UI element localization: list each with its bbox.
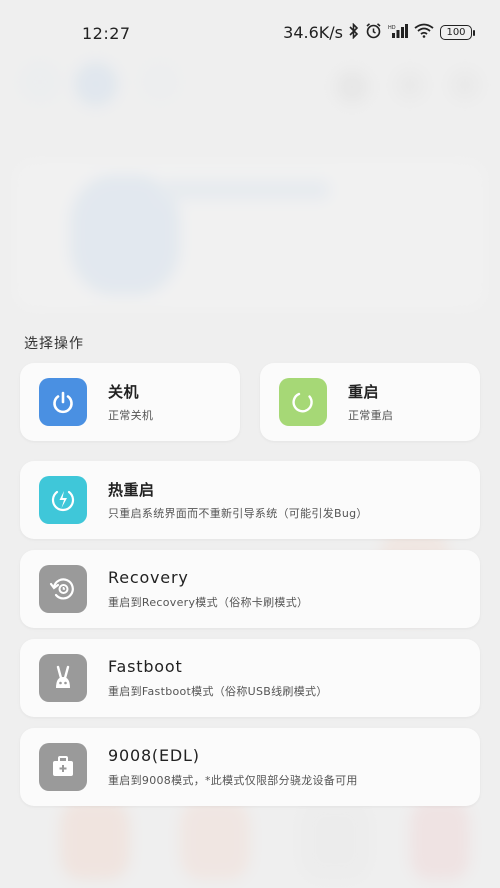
recovery-icon bbox=[39, 565, 87, 613]
signal-icon: HD bbox=[388, 23, 408, 43]
recovery-title: Recovery bbox=[108, 568, 189, 587]
section-title: 选择操作 bbox=[24, 336, 84, 352]
reboot-title: 重启 bbox=[348, 383, 380, 401]
power-off-desc: 正常关机 bbox=[108, 409, 154, 422]
status-time: 12:27 bbox=[82, 24, 131, 43]
status-icons: 34.6K/s HD 100 bbox=[283, 22, 475, 43]
hot-reboot-title: 热重启 bbox=[108, 481, 155, 499]
edl-title: 9008(EDL) bbox=[108, 746, 200, 765]
bluetooth-icon bbox=[349, 22, 359, 43]
svg-text:HD: HD bbox=[388, 25, 396, 31]
toolbox-icon bbox=[39, 743, 87, 791]
network-speed: 34.6K/s bbox=[283, 23, 343, 42]
wifi-icon bbox=[414, 23, 434, 42]
hot-reboot-button[interactable]: 热重启 只重启系统界面而不重新引导系统（可能引发Bug） bbox=[20, 461, 480, 539]
battery-icon: 100 bbox=[440, 25, 475, 40]
power-off-button[interactable]: 关机 正常关机 bbox=[20, 363, 240, 441]
recovery-button[interactable]: Recovery 重启到Recovery模式（俗称卡刷模式） bbox=[20, 550, 480, 628]
fastboot-title: Fastboot bbox=[108, 657, 183, 676]
edl-desc: 重启到9008模式，*此模式仅限部分骁龙设备可用 bbox=[108, 774, 358, 787]
alarm-icon bbox=[365, 22, 382, 43]
rabbit-icon bbox=[39, 654, 87, 702]
bolt-icon bbox=[39, 476, 87, 524]
edl-button[interactable]: 9008(EDL) 重启到9008模式，*此模式仅限部分骁龙设备可用 bbox=[20, 728, 480, 806]
hot-reboot-desc: 只重启系统界面而不重新引导系统（可能引发Bug） bbox=[108, 507, 368, 520]
recovery-desc: 重启到Recovery模式（俗称卡刷模式） bbox=[108, 596, 309, 609]
fastboot-button[interactable]: Fastboot 重启到Fastboot模式（俗称USB线刷模式） bbox=[20, 639, 480, 717]
restart-icon bbox=[279, 378, 327, 426]
status-bar: 12:27 34.6K/s HD 100 bbox=[0, 0, 500, 68]
power-off-title: 关机 bbox=[108, 383, 140, 401]
fastboot-desc: 重启到Fastboot模式（俗称USB线刷模式） bbox=[108, 685, 328, 698]
reboot-desc: 正常重启 bbox=[348, 409, 394, 422]
power-icon bbox=[39, 378, 87, 426]
reboot-button[interactable]: 重启 正常重启 bbox=[260, 363, 480, 441]
